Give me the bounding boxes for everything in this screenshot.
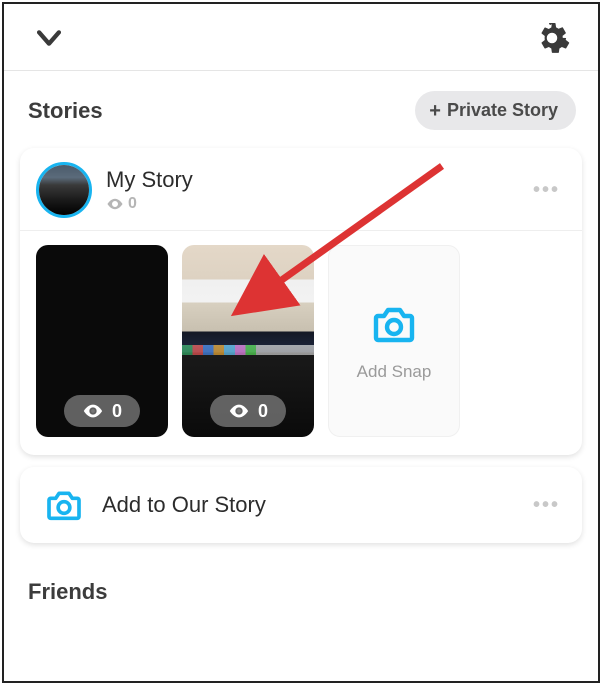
- more-icon[interactable]: •••: [533, 179, 566, 202]
- snap-thumbnail[interactable]: 0: [36, 245, 168, 437]
- more-icon[interactable]: •••: [533, 494, 566, 517]
- snap-thumbnail[interactable]: 0: [182, 245, 314, 437]
- plus-icon: +: [429, 101, 441, 121]
- eye-icon: [106, 195, 124, 213]
- my-story-views: 0: [106, 195, 533, 213]
- snap-view-count: 0: [64, 395, 140, 427]
- add-snap-label: Add Snap: [357, 362, 432, 382]
- add-snap-button[interactable]: Add Snap: [328, 245, 460, 437]
- eye-icon: [228, 400, 250, 422]
- camera-icon: [370, 300, 418, 348]
- stories-section-title: Stories: [28, 98, 103, 124]
- my-story-header[interactable]: My Story 0 •••: [20, 148, 582, 231]
- private-story-label: Private Story: [447, 100, 558, 121]
- add-to-our-story-button[interactable]: Add to Our Story •••: [20, 467, 582, 543]
- eye-icon: [82, 400, 104, 422]
- add-to-our-story-label: Add to Our Story: [102, 492, 533, 518]
- chevron-down-icon[interactable]: [32, 21, 66, 55]
- my-story-title: My Story: [106, 167, 533, 193]
- friends-section-title: Friends: [28, 579, 574, 605]
- camera-icon: [44, 485, 84, 525]
- snap-view-count: 0: [210, 395, 286, 427]
- my-story-avatar[interactable]: [36, 162, 92, 218]
- gear-icon[interactable]: [534, 20, 570, 56]
- my-story-card: My Story 0 ••• 0: [20, 148, 582, 455]
- private-story-button[interactable]: + Private Story: [415, 91, 576, 130]
